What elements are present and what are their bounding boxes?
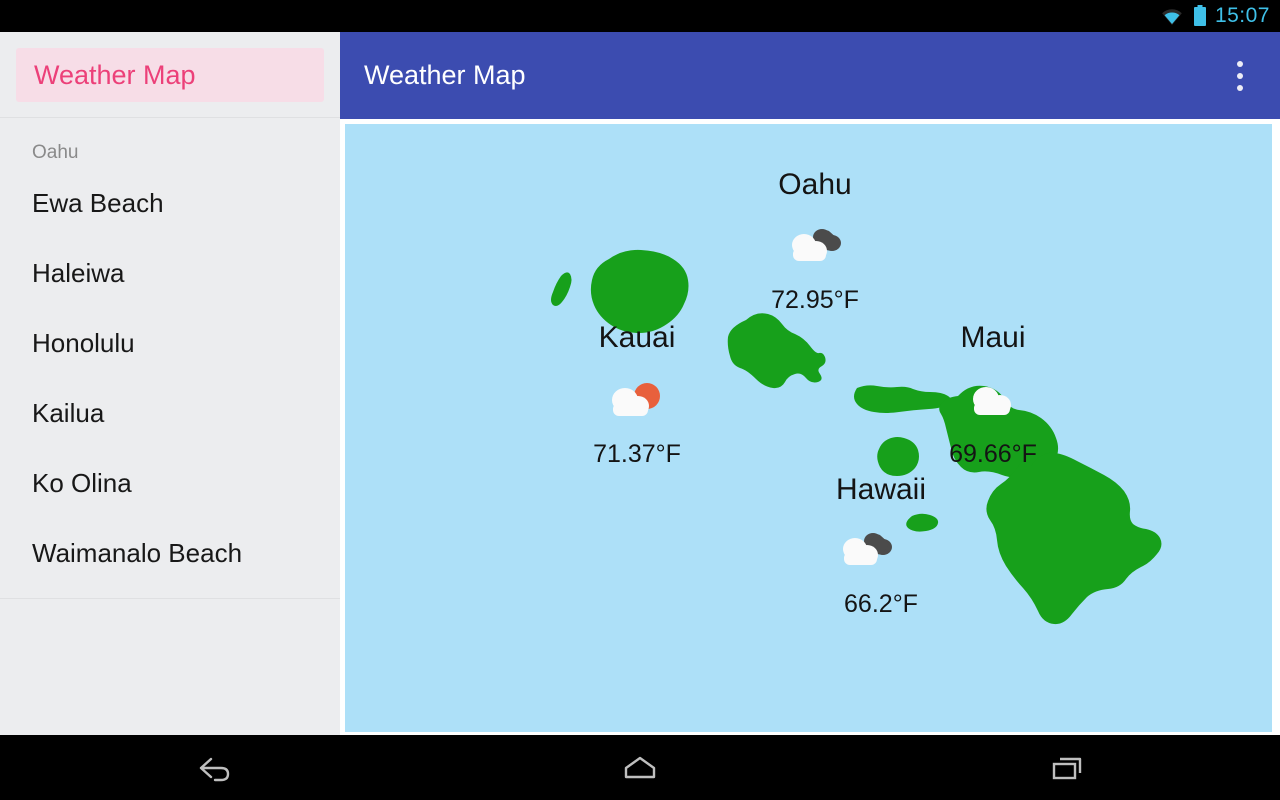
sidebar-item-label: Ewa Beach: [32, 187, 164, 218]
drawer-header: Weather Map: [0, 32, 340, 118]
sun-behind-cloud-icon: [604, 378, 670, 422]
battery-icon: [1193, 5, 1207, 27]
map-container: Oahu 72.95°F Kauai 71.37°F Maui 69.66°F …: [340, 119, 1280, 735]
sidebar-item-label: Kailua: [32, 397, 105, 428]
drawer-title-label: Weather Map: [34, 59, 196, 90]
navigation-drawer: Weather Map Oahu Ewa Beach Haleiwa Honol…: [0, 32, 340, 735]
sidebar-item-haleiwa[interactable]: Haleiwa: [0, 238, 340, 308]
sidebar-item-honolulu[interactable]: Honolulu: [0, 308, 340, 378]
sidebar-item-waimanalo-beach[interactable]: Waimanalo Beach: [0, 518, 340, 588]
status-bar: 15:07: [0, 0, 1280, 32]
content-pane: Weather Map Oahu 72.95°F Kauai 71.37°F M…: [340, 32, 1280, 735]
sidebar-item-kailua[interactable]: Kailua: [0, 378, 340, 448]
recents-icon[interactable]: [853, 751, 1280, 785]
sidebar-item-label: Honolulu: [32, 327, 135, 358]
map-temp-kauai: 71.37°F: [593, 440, 681, 468]
home-icon[interactable]: [427, 751, 854, 785]
sidebar-item-label: Haleiwa: [32, 257, 125, 288]
cloudy-dark-icon: [833, 528, 899, 572]
drawer-item-list: Ewa Beach Haleiwa Honolulu Kailua Ko Oli…: [0, 164, 340, 643]
overflow-dot: [1237, 60, 1243, 67]
drawer-section-header-oahu: Oahu: [32, 142, 79, 163]
sidebar-item-ko-olina[interactable]: Ko Olina: [0, 448, 340, 518]
map-label-maui: Maui: [960, 321, 1026, 354]
map-label-kauai: Kauai: [598, 321, 676, 354]
app-bar-title: Weather Map: [364, 60, 526, 90]
drawer-title-chip[interactable]: Weather Map: [16, 47, 324, 102]
app-bar: Weather Map: [340, 32, 1280, 119]
sidebar-item-label: Ko Olina: [32, 467, 132, 498]
map-temp-oahu: 72.95°F: [771, 286, 859, 314]
map-temp-maui: 69.66°F: [949, 440, 1037, 468]
cloud-icon: [960, 378, 1026, 422]
drawer-next-section-partial[interactable]: [0, 599, 340, 643]
overflow-dot: [1237, 84, 1243, 91]
wifi-icon: [1159, 6, 1185, 26]
back-icon[interactable]: [0, 751, 427, 785]
sidebar-item-label: Waimanalo Beach: [32, 537, 243, 568]
hawaii-islands-shapes: [551, 249, 1162, 625]
sidebar-item-ewa-beach[interactable]: Ewa Beach: [0, 168, 340, 238]
weather-map[interactable]: Oahu 72.95°F Kauai 71.37°F Maui 69.66°F …: [345, 124, 1272, 732]
map-temp-hawaii: 66.2°F: [844, 590, 918, 618]
system-navigation-bar: [0, 735, 1280, 800]
overflow-menu-icon[interactable]: [1218, 46, 1262, 106]
cloudy-dark-icon: [782, 224, 848, 268]
status-bar-clock: 15:07: [1214, 4, 1270, 27]
overflow-dot: [1237, 72, 1243, 79]
map-label-hawaii: Hawaii: [835, 473, 927, 506]
device-screen: 15:07 Weather Map Oahu Ewa Beach Haleiwa…: [0, 0, 1280, 800]
map-label-oahu: Oahu: [778, 168, 852, 201]
